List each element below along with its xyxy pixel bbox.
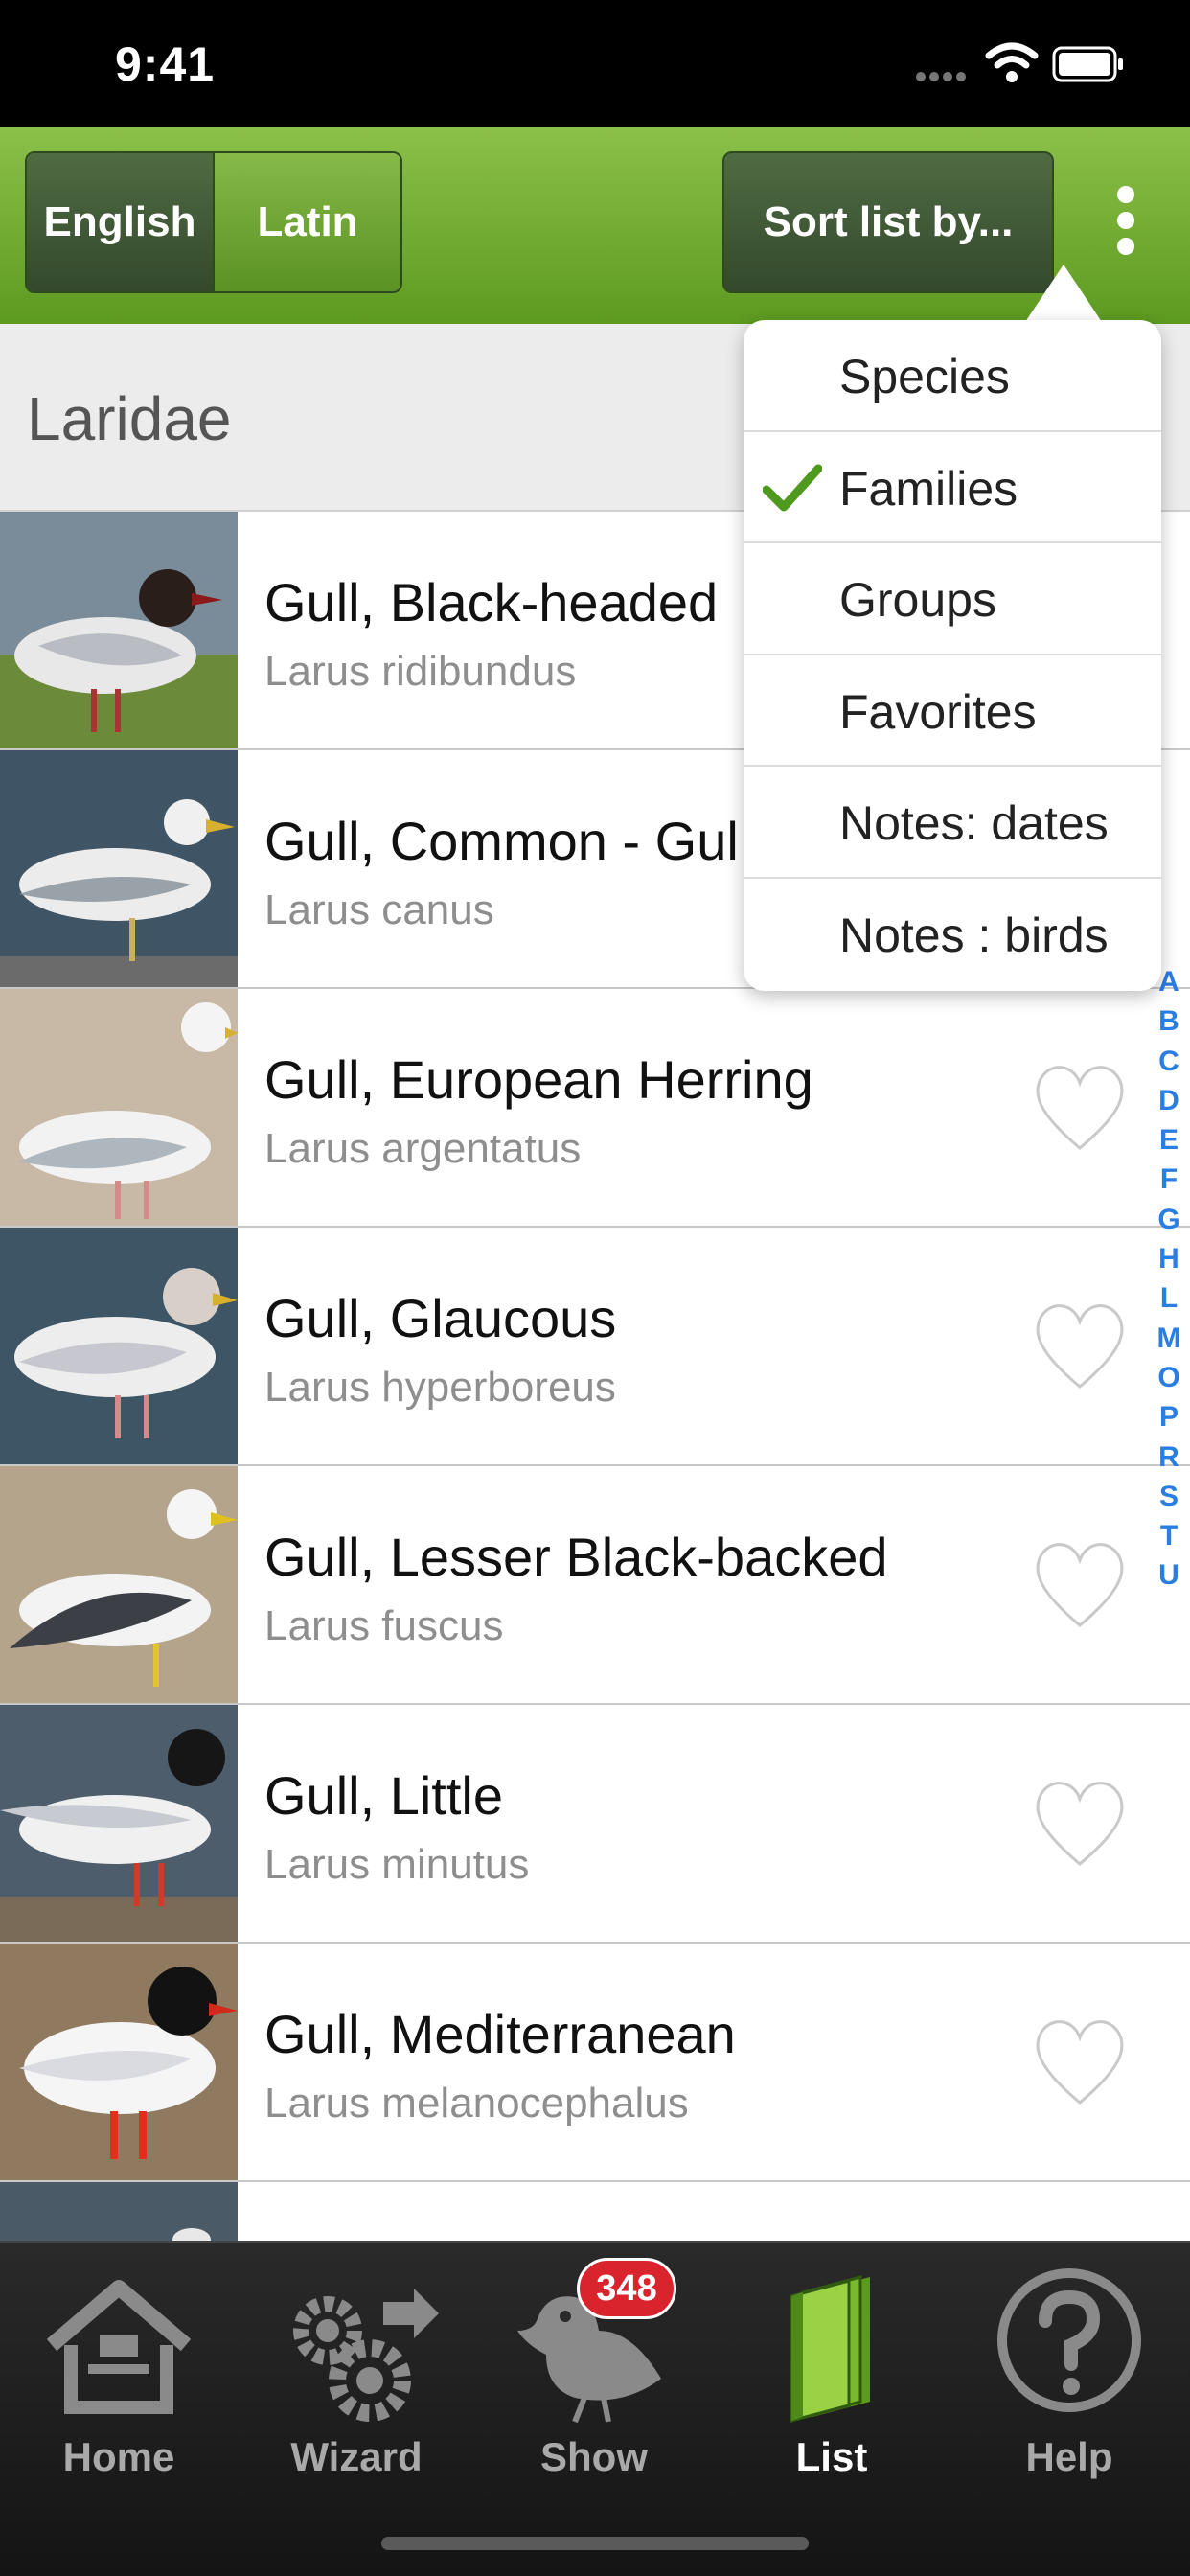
tab-label: Wizard <box>290 2434 423 2479</box>
tab-label: Home <box>62 2434 175 2479</box>
index-letter[interactable]: O <box>1154 1358 1184 1397</box>
index-letter[interactable]: F <box>1154 1160 1184 1199</box>
sort-menu: Species Families Groups Favorites Notes:… <box>744 320 1161 991</box>
cellular-signal-icon <box>916 69 970 86</box>
tab-list[interactable]: List <box>713 2242 950 2492</box>
question-icon <box>997 2268 1141 2412</box>
tab-home[interactable]: Home <box>0 2242 238 2492</box>
tab-bar: Home Wizard Show List Help 348 <box>0 2241 1190 2576</box>
bird-common-name: Gull, Black-headed <box>264 572 719 632</box>
status-time: 9:41 <box>115 37 216 91</box>
english-button[interactable]: English <box>27 153 215 291</box>
heart-icon[interactable] <box>1029 1056 1131 1158</box>
wifi-icon <box>985 42 1039 82</box>
tab-label: Help <box>1025 2434 1113 2479</box>
bird-common-name: Gull, Common - Gul <box>264 811 739 871</box>
home-indicator[interactable] <box>381 2537 809 2550</box>
bird-photo <box>0 2182 238 2241</box>
bird-common-name: Gull, Lesser Black-backed <box>264 1527 888 1587</box>
index-letter[interactable]: D <box>1154 1081 1184 1120</box>
gears-icon <box>293 2288 439 2422</box>
bird-photo <box>0 512 238 748</box>
sort-option-families[interactable]: Families <box>744 432 1161 544</box>
list-item-partial[interactable] <box>0 2182 1190 2241</box>
index-letter[interactable]: U <box>1154 1555 1184 1595</box>
sort-option-favorites[interactable]: Favorites <box>744 656 1161 768</box>
bird-photo <box>0 989 238 1226</box>
sort-option-label: Families <box>839 461 1018 516</box>
index-letter[interactable]: C <box>1154 1042 1184 1081</box>
bird-latin-name: Larus argentatus <box>264 1125 582 1172</box>
sort-option-label: Favorites <box>839 684 1037 739</box>
tab-wizard[interactable]: Wizard <box>238 2242 475 2492</box>
tab-label: List <box>795 2434 868 2479</box>
top-toolbar: English Latin Sort list by... <box>0 126 1190 324</box>
index-letter[interactable]: G <box>1154 1200 1184 1239</box>
index-letter[interactable]: P <box>1154 1397 1184 1437</box>
sort-option-notes-birds[interactable]: Notes : birds <box>744 879 1161 991</box>
sort-option-label: Species <box>839 350 1010 403</box>
list-item[interactable]: Gull, Mediterranean Larus melanocephalus <box>0 1944 1190 2182</box>
tab-label: Show <box>540 2434 648 2479</box>
sort-list-button[interactable]: Sort list by... <box>722 151 1054 293</box>
bird-common-name: Gull, European Herring <box>264 1049 813 1110</box>
bird-latin-name: Larus canus <box>264 886 494 933</box>
index-letter[interactable]: S <box>1154 1477 1184 1516</box>
bird-common-name: Gull, Glaucous <box>264 1288 617 1348</box>
battery-icon <box>1052 46 1123 82</box>
latin-button[interactable]: Latin <box>215 153 400 291</box>
bird-photo <box>0 750 238 987</box>
sort-option-label: Groups <box>839 573 996 628</box>
checkmark-icon <box>763 464 822 512</box>
index-letter[interactable]: R <box>1154 1438 1184 1477</box>
sort-option-species[interactable]: Species <box>744 320 1161 432</box>
sort-option-label: Notes: dates <box>839 796 1109 851</box>
list-item[interactable]: Gull, Glaucous Larus hyperboreus <box>0 1228 1190 1466</box>
bird-photo <box>0 1228 238 1464</box>
house-icon <box>46 2280 192 2414</box>
index-letter[interactable]: B <box>1154 1001 1184 1041</box>
heart-icon[interactable] <box>1029 1533 1131 1635</box>
bird-latin-name: Larus ridibundus <box>264 648 577 695</box>
bird-photo <box>0 1466 238 1703</box>
index-letter[interactable]: T <box>1154 1516 1184 1555</box>
heart-icon[interactable] <box>1029 1295 1131 1396</box>
section-title: Laridae <box>27 384 232 453</box>
index-letter[interactable]: L <box>1154 1278 1184 1318</box>
bird-photo <box>0 1944 238 2180</box>
vertical-ellipsis-icon[interactable] <box>1102 186 1150 263</box>
heart-icon[interactable] <box>1029 1772 1131 1874</box>
index-letter[interactable]: H <box>1154 1239 1184 1278</box>
sort-option-notes-dates[interactable]: Notes: dates <box>744 767 1161 879</box>
index-letter[interactable]: E <box>1154 1120 1184 1160</box>
tab-help[interactable]: Help <box>950 2242 1188 2492</box>
dropdown-pointer <box>1025 264 1102 322</box>
sort-option-groups[interactable]: Groups <box>744 543 1161 656</box>
bird-latin-name: Larus melanocephalus <box>264 2080 689 2127</box>
status-bar: 9:41 <box>0 0 1190 126</box>
bird-latin-name: Larus hyperboreus <box>264 1364 616 1411</box>
list-item[interactable]: Gull, European Herring Larus argentatus <box>0 989 1190 1228</box>
language-toggle: English Latin <box>25 151 402 293</box>
count-badge: 348 <box>577 2258 676 2319</box>
bird-latin-name: Larus fuscus <box>264 1602 504 1649</box>
alphabet-index[interactable]: A B C D E F G H L M O P R S T U <box>1154 962 1184 1596</box>
bird-latin-name: Larus minutus <box>264 1841 530 1888</box>
bird-photo <box>0 1705 238 1942</box>
sort-option-label: Notes : birds <box>839 908 1109 962</box>
bird-common-name: Gull, Mediterranean <box>264 2004 736 2064</box>
heart-icon[interactable] <box>1029 2011 1131 2112</box>
list-item[interactable]: Gull, Little Larus minutus <box>0 1705 1190 1944</box>
book-icon <box>790 2275 870 2423</box>
list-item[interactable]: Gull, Lesser Black-backed Larus fuscus <box>0 1466 1190 1705</box>
bird-common-name: Gull, Little <box>264 1765 503 1826</box>
index-letter[interactable]: M <box>1154 1319 1184 1358</box>
